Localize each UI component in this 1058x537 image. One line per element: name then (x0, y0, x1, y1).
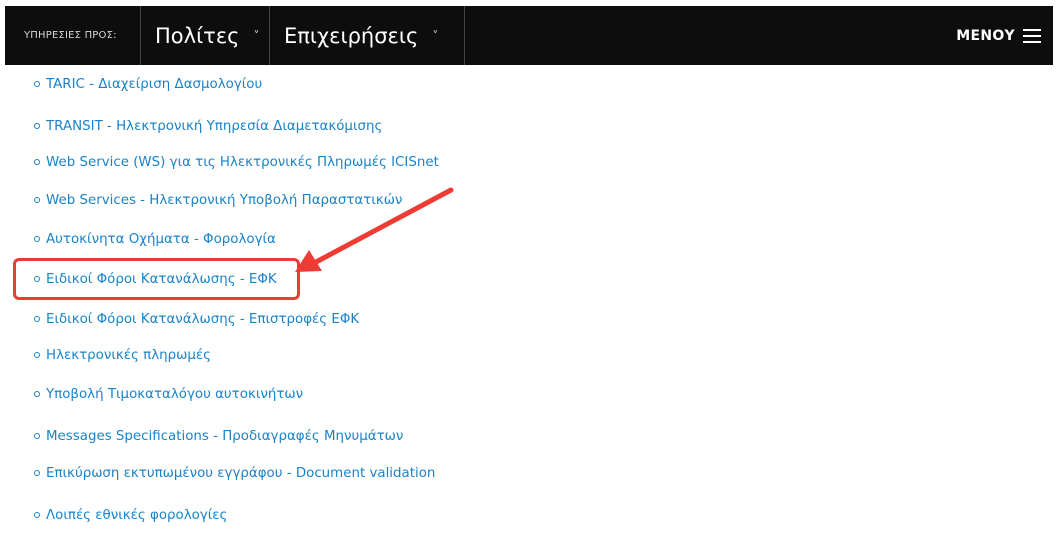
bullet-icon (34, 391, 40, 397)
list-item-excise-duties[interactable]: Ειδικοί Φόροι Κατανάλωσης - ΕΦΚ (34, 269, 277, 289)
bullet-icon (34, 512, 40, 518)
list-item-e-payments[interactable]: Ηλεκτρονικές πληρωμές (34, 345, 211, 365)
link-e-payments[interactable]: Ηλεκτρονικές πληρωμές (46, 348, 211, 363)
bullet-icon (34, 159, 40, 165)
list-item-other-taxes[interactable]: Λοιπές εθνικές φορολογίες (34, 505, 227, 525)
link-car-pricelist[interactable]: Υποβολή Τιμοκαταλόγου αυτοκινήτων (46, 387, 303, 402)
hamburger-icon (1023, 28, 1041, 43)
top-navigation-bar: ΥΠΗΡΕΣΙΕΣ ΠΡΟΣ: Πολίτες ˅ Επιχειρήσεις ˅… (0, 0, 1058, 66)
chevron-down-icon: ˅ (432, 28, 439, 43)
list-item-excise-refunds[interactable]: Ειδικοί Φόροι Κατανάλωσης - Επιστροφές Ε… (34, 309, 359, 329)
link-ws-payments[interactable]: Web Service (WS) για τις Ηλεκτρονικές Πλ… (46, 155, 439, 170)
bullet-icon (34, 433, 40, 439)
link-web-services[interactable]: Web Services - Ηλεκτρονική Υποβολή Παρασ… (46, 193, 402, 208)
bullet-icon (34, 123, 40, 129)
bullet-icon (34, 316, 40, 322)
link-messages-specs[interactable]: Messages Specifications - Προδιαγραφές Μ… (46, 429, 403, 444)
menu-label: ΜΕΝΟΥ (956, 27, 1015, 44)
list-item-vehicles-tax[interactable]: Αυτοκίνητα Οχήματα - Φορολογία (34, 229, 276, 249)
list-item-document-validation[interactable]: Επικύρωση εκτυπωμένου εγγράφου - Documen… (34, 463, 435, 483)
list-item-messages-specs[interactable]: Messages Specifications - Προδιαγραφές Μ… (34, 426, 403, 446)
list-item-web-services[interactable]: Web Services - Ηλεκτρονική Υποβολή Παρασ… (34, 190, 402, 210)
menu-button[interactable]: ΜΕΝΟΥ (956, 28, 1053, 44)
top-navigation-inner: ΥΠΗΡΕΣΙΕΣ ΠΡΟΣ: Πολίτες ˅ Επιχειρήσεις ˅… (5, 6, 1053, 65)
tab-businesses-label: Επιχειρήσεις (284, 23, 419, 48)
nav-separator (464, 6, 465, 65)
tab-citizens[interactable]: Πολίτες ˅ (141, 6, 269, 65)
list-item-car-pricelist[interactable]: Υποβολή Τιμοκαταλόγου αυτοκινήτων (34, 384, 303, 404)
link-vehicles-tax[interactable]: Αυτοκίνητα Οχήματα - Φορολογία (46, 232, 276, 247)
services-label: ΥΠΗΡΕΣΙΕΣ ΠΡΟΣ: (24, 30, 117, 41)
bullet-icon (34, 276, 40, 282)
chevron-down-icon: ˅ (253, 28, 260, 43)
bullet-icon (34, 470, 40, 476)
link-other-taxes[interactable]: Λοιπές εθνικές φορολογίες (46, 508, 227, 523)
tab-businesses[interactable]: Επιχειρήσεις ˅ (270, 6, 464, 65)
link-excise-refunds[interactable]: Ειδικοί Φόροι Κατανάλωσης - Επιστροφές Ε… (46, 312, 359, 327)
bullet-icon (34, 236, 40, 242)
tab-citizens-label: Πολίτες (155, 23, 240, 48)
bullet-icon (34, 197, 40, 203)
bullet-icon (34, 352, 40, 358)
list-item-taric[interactable]: TARIC - Διαχείριση Δασμολογίου (34, 74, 262, 94)
link-excise-duties[interactable]: Ειδικοί Φόροι Κατανάλωσης - ΕΦΚ (46, 272, 277, 287)
list-item-transit[interactable]: TRANSIT - Ηλεκτρονική Υπηρεσία Διαμετακό… (34, 116, 382, 136)
link-transit[interactable]: TRANSIT - Ηλεκτρονική Υπηρεσία Διαμετακό… (46, 119, 382, 134)
bullet-icon (34, 81, 40, 87)
list-item-ws-payments[interactable]: Web Service (WS) για τις Ηλεκτρονικές Πλ… (34, 152, 439, 172)
link-taric[interactable]: TARIC - Διαχείριση Δασμολογίου (46, 77, 262, 92)
link-document-validation[interactable]: Επικύρωση εκτυπωμένου εγγράφου - Documen… (46, 466, 435, 481)
